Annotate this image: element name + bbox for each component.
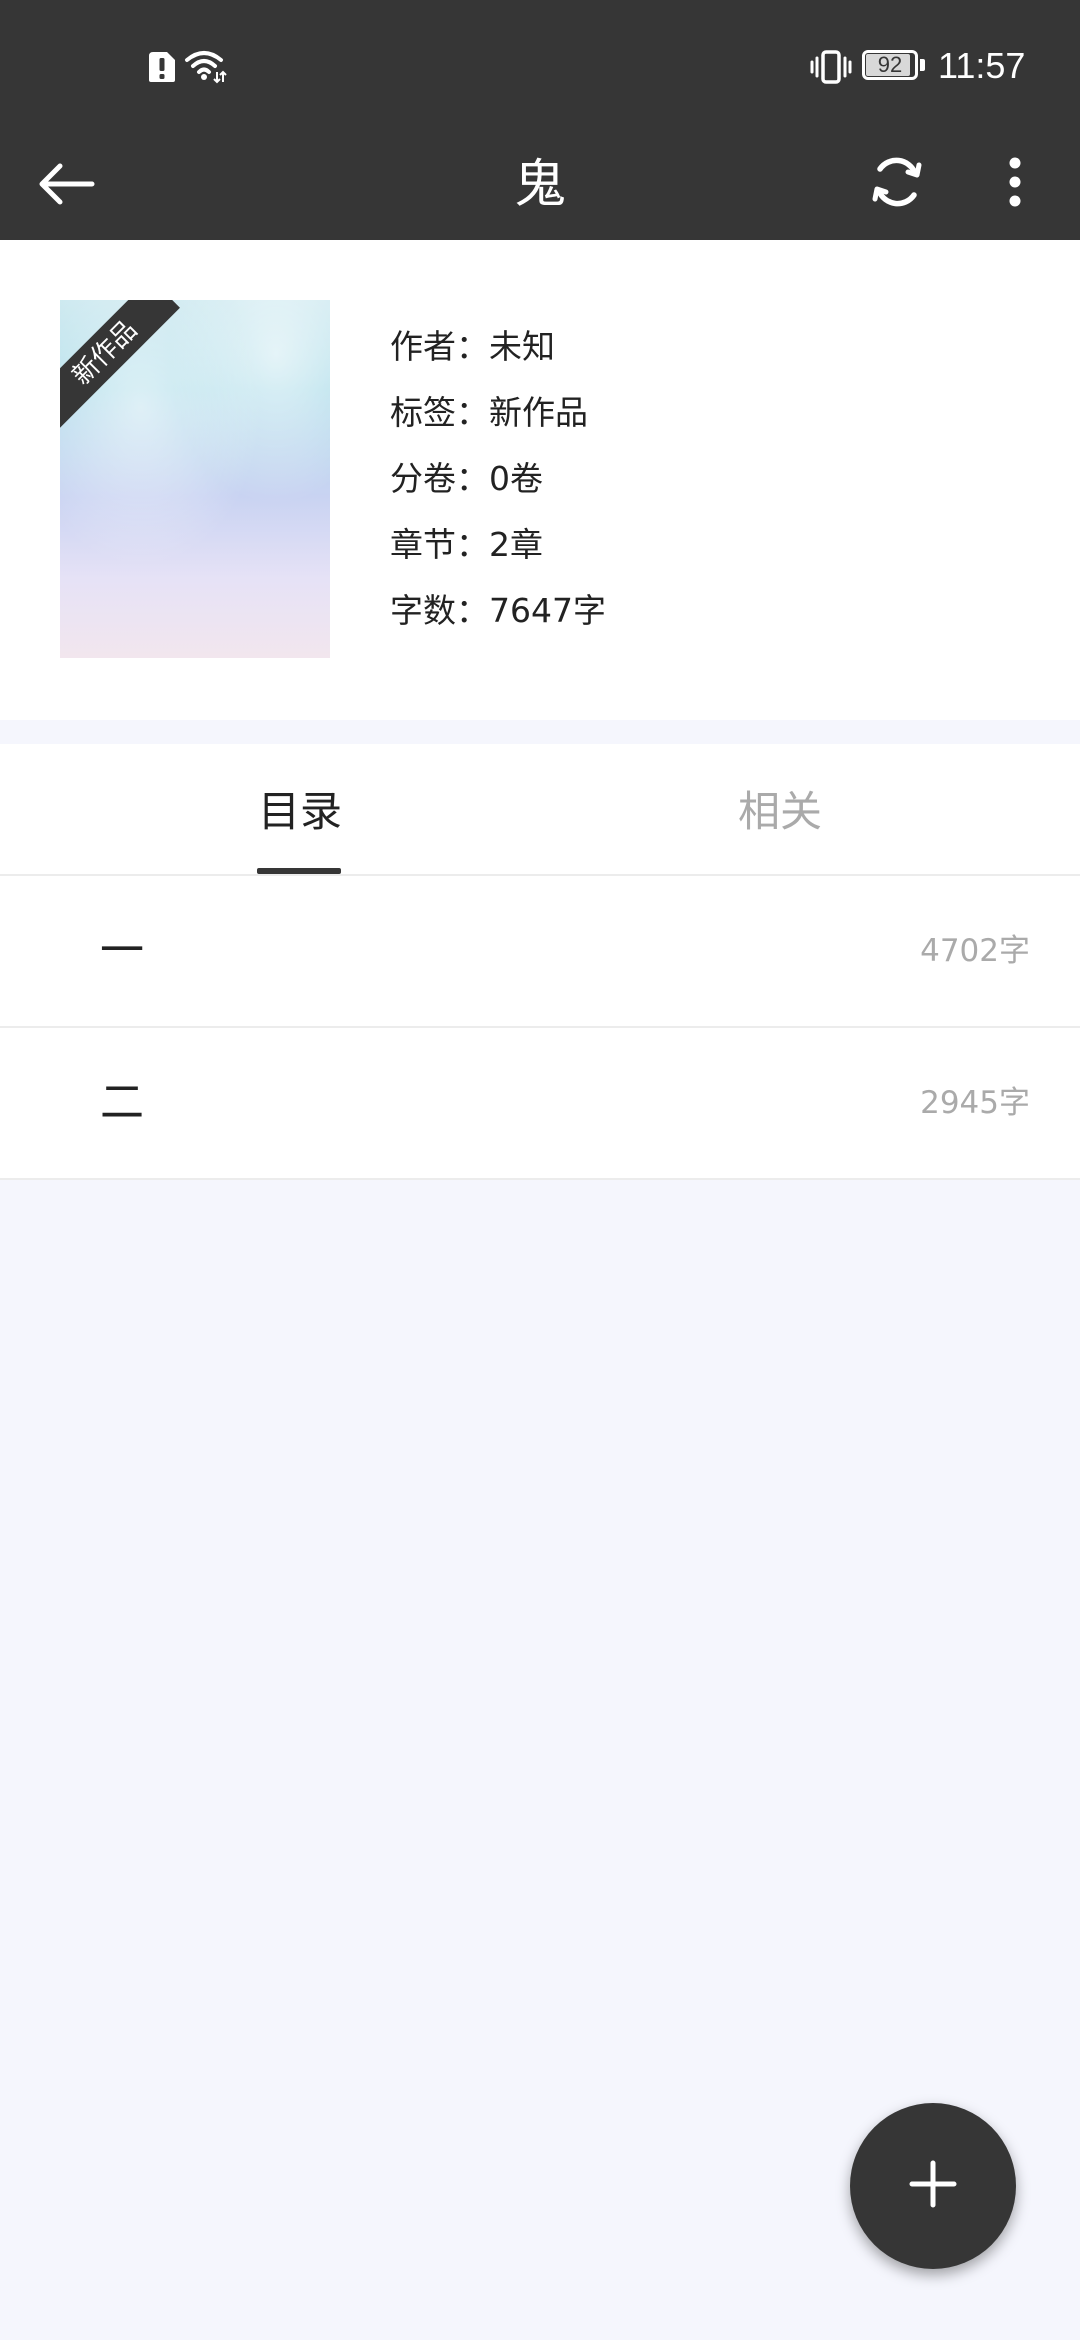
- status-bar: 92 11:57: [0, 0, 1080, 130]
- cover-ribbon: 新作品: [60, 300, 180, 428]
- more-options-button[interactable]: [980, 142, 1050, 226]
- meta-tags: 标签：新作品: [390, 393, 588, 432]
- battery-level-text: 92: [877, 52, 903, 77]
- status-time: 11:57: [938, 45, 1026, 86]
- tab-bar: 目录 相关: [0, 744, 1080, 876]
- sync-icon: [868, 153, 926, 215]
- chapter-word-count: 2945字: [920, 1085, 1030, 1121]
- chapter-row[interactable]: 一 4702字: [0, 876, 1080, 1028]
- toolbar: 鬼: [0, 130, 1080, 240]
- wifi-icon: [184, 46, 228, 90]
- more-vert-icon: [1008, 157, 1022, 211]
- vibrate-icon: [810, 50, 852, 88]
- chapter-row[interactable]: 二 2945字: [0, 1028, 1080, 1180]
- back-arrow-icon: [36, 162, 96, 210]
- chapter-list: 一 4702字 二 2945字: [0, 876, 1080, 1180]
- app-header: 92 11:57 鬼: [0, 0, 1080, 240]
- book-cover[interactable]: 新作品: [60, 300, 330, 658]
- chapter-title: 一: [100, 925, 144, 976]
- tab-indicator: [257, 868, 341, 874]
- chapter-word-count: 4702字: [920, 933, 1030, 969]
- add-chapter-button[interactable]: [850, 2103, 1016, 2269]
- chapter-title: 二: [100, 1077, 144, 1128]
- alert-icon: [147, 50, 177, 88]
- cover-ribbon-label: 新作品: [66, 314, 144, 392]
- page-title: 鬼: [513, 155, 566, 215]
- battery-icon: 92: [862, 50, 926, 82]
- plus-icon: [908, 2159, 958, 2213]
- sync-button[interactable]: [855, 142, 939, 226]
- meta-word-count: 字数：7647字: [390, 591, 606, 630]
- tab-related[interactable]: 相关: [630, 744, 930, 874]
- meta-volumes: 分卷：0卷: [390, 459, 543, 498]
- tab-contents[interactable]: 目录: [150, 744, 450, 874]
- meta-author: 作者：未知: [390, 327, 555, 366]
- book-meta: 作者：未知 标签：新作品 分卷：0卷 章节：2章 字数：7647字: [390, 320, 606, 650]
- back-button[interactable]: [24, 144, 108, 228]
- book-info-card: 新作品 作者：未知 标签：新作品 分卷：0卷 章节：2章 字数：7647字: [0, 240, 1080, 720]
- meta-chapters: 章节：2章: [390, 525, 543, 564]
